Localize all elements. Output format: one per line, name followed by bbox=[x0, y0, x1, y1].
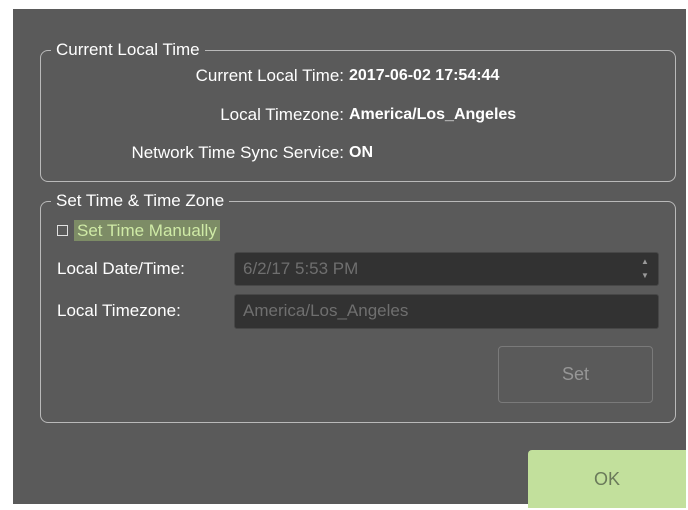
local-timezone-label: Local Timezone: bbox=[220, 105, 344, 124]
local-date-time-input[interactable]: 6/2/17 5:53 PM ▲ ▼ bbox=[234, 252, 659, 286]
spin-up-icon[interactable]: ▲ bbox=[641, 257, 649, 267]
current-local-time-legend: Current Local Time bbox=[56, 40, 200, 59]
set-time-zone-legend: Set Time & Time Zone bbox=[56, 191, 225, 210]
set-time-manually-checkbox[interactable] bbox=[57, 224, 68, 236]
set-button[interactable]: Set bbox=[498, 346, 653, 403]
current-local-time-label: Current Local Time: bbox=[195, 66, 344, 85]
time-settings-dialog: Current Local Time Current Local Time: 2… bbox=[13, 9, 686, 508]
local-timezone-input[interactable]: America/Los_Angeles bbox=[234, 294, 659, 329]
current-local-time-value: 2017-06-02 17:54:44 bbox=[349, 67, 500, 84]
set-time-manually-label[interactable]: Set Time Manually bbox=[74, 219, 220, 241]
local-date-time-label: Local Date/Time: bbox=[57, 259, 185, 278]
ok-button[interactable]: OK bbox=[528, 450, 686, 508]
date-time-spinner[interactable]: ▲ ▼ bbox=[635, 257, 655, 281]
local-date-time-value: 6/2/17 5:53 PM bbox=[243, 259, 359, 278]
set-time-manually-checkbox-row[interactable]: Set Time Manually bbox=[57, 219, 220, 241]
network-time-sync-label: Network Time Sync Service: bbox=[131, 143, 344, 162]
local-timezone-input-value: America/Los_Angeles bbox=[243, 301, 409, 320]
spin-down-icon[interactable]: ▼ bbox=[641, 271, 649, 281]
network-time-sync-value: ON bbox=[349, 144, 373, 161]
local-timezone-field-label: Local Timezone: bbox=[57, 301, 181, 320]
local-timezone-value: America/Los_Angeles bbox=[349, 106, 517, 123]
